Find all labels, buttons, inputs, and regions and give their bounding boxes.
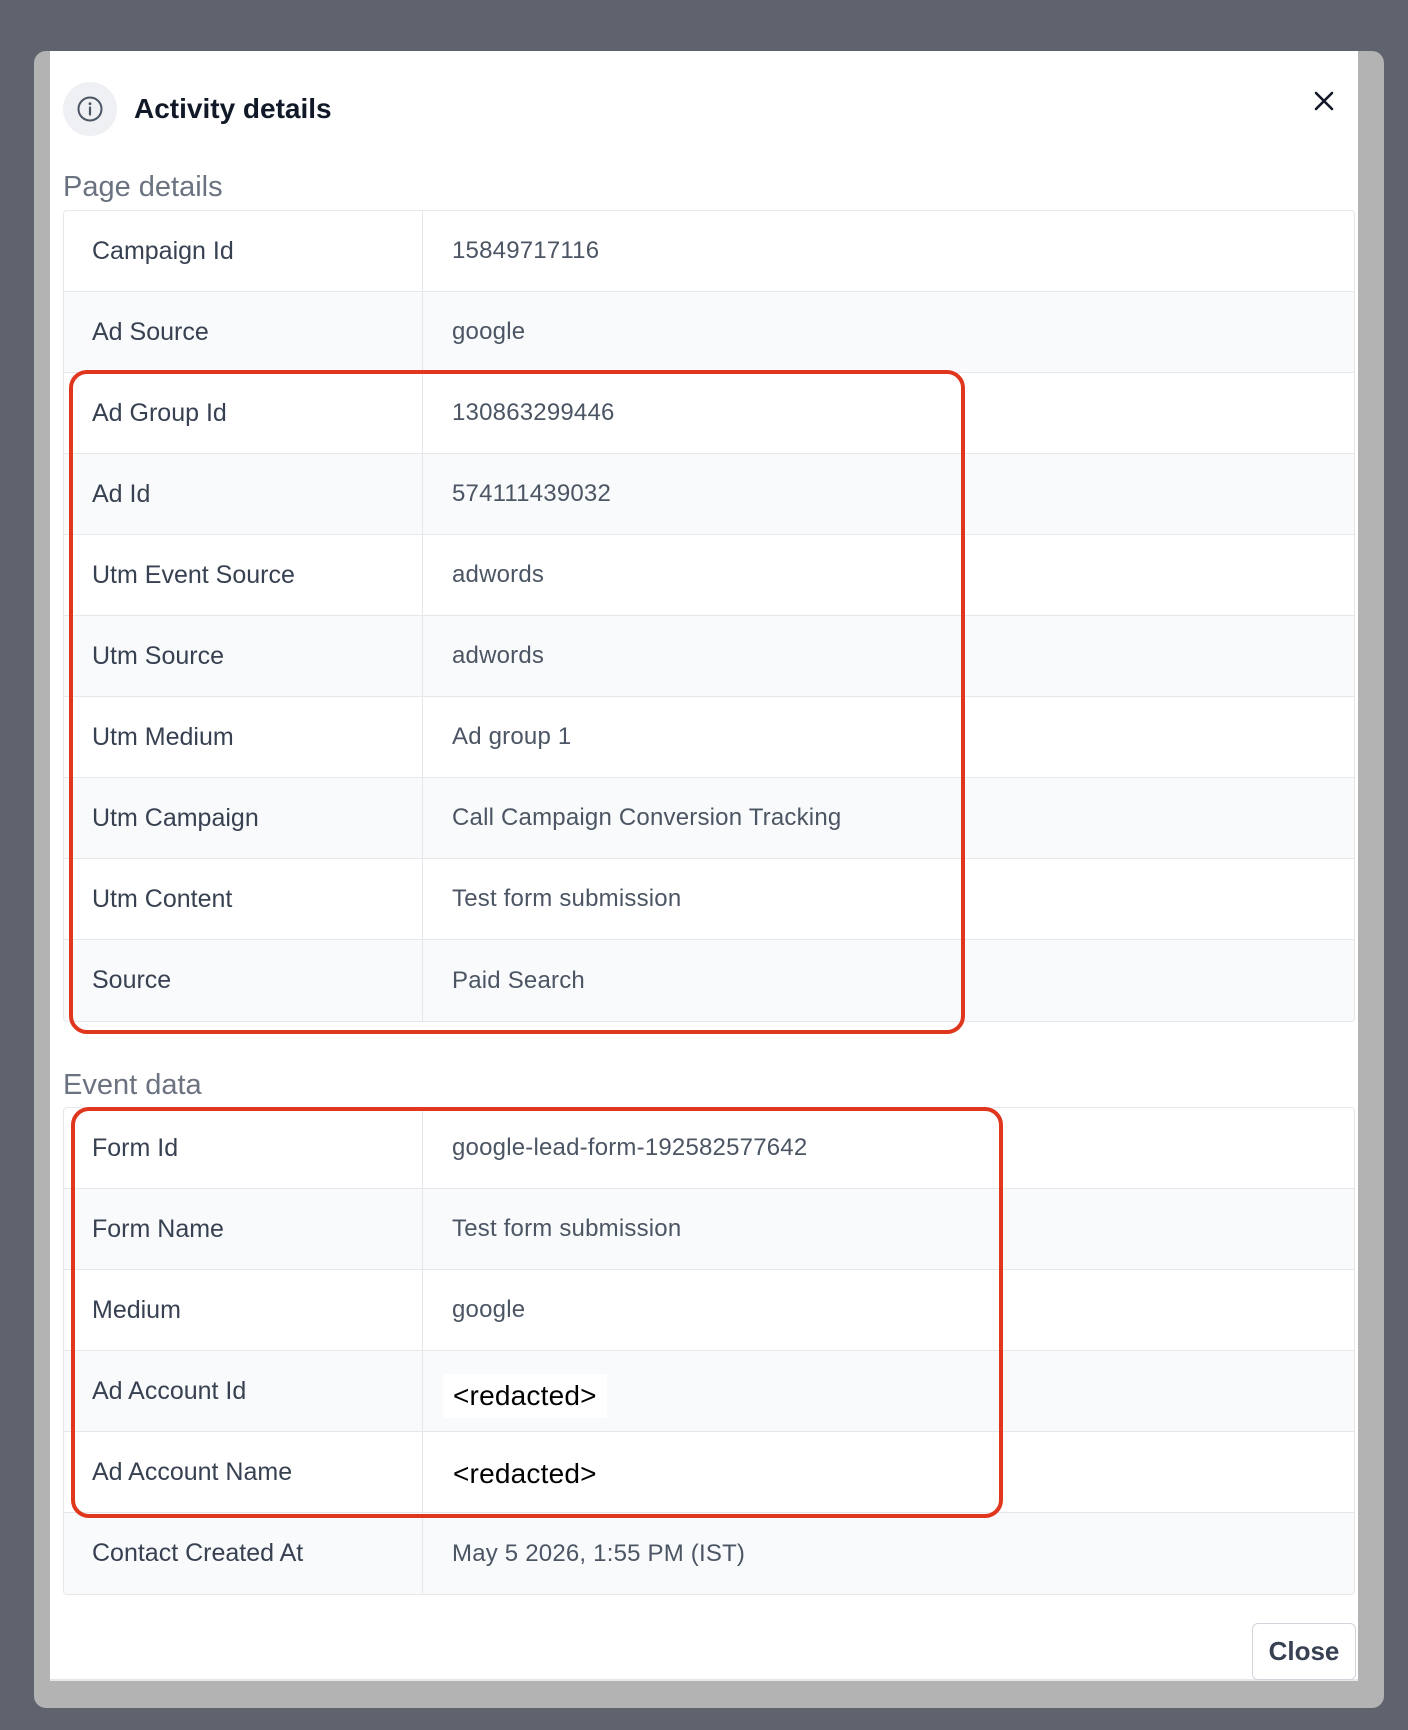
row-value: Test form submission xyxy=(452,885,682,912)
table-row: Utm Medium Ad group 1 xyxy=(64,697,1354,778)
table-row: Medium google xyxy=(64,1270,1354,1351)
event-data-table: Form Id google-lead-form-192582577642 Fo… xyxy=(63,1107,1355,1595)
row-value: google xyxy=(452,318,526,345)
table-row: Ad Id 574111439032 xyxy=(64,454,1354,535)
redacted-value: <redacted> xyxy=(443,1452,607,1496)
row-value: Test form submission xyxy=(452,1215,682,1242)
row-label: Ad Account Id xyxy=(64,1351,423,1431)
table-row: Ad Account Name <redacted> xyxy=(64,1432,1354,1513)
table-row: Campaign Id 15849717116 xyxy=(64,211,1354,292)
row-label: Utm Medium xyxy=(64,697,423,777)
row-label: Contact Created At xyxy=(64,1513,423,1594)
close-button[interactable]: Close xyxy=(1252,1623,1356,1680)
table-row: Form Name Test form submission xyxy=(64,1189,1354,1270)
table-row: Source Paid Search xyxy=(64,940,1354,1021)
event-data-heading: Event data xyxy=(63,1069,202,1101)
row-label: Ad Account Name xyxy=(64,1432,423,1512)
table-row: Ad Group Id 130863299446 xyxy=(64,373,1354,454)
dialog-title: Activity details xyxy=(134,93,332,124)
row-value: <redacted> xyxy=(423,1351,1354,1431)
row-label: Ad Id xyxy=(64,454,423,534)
row-value: 15849717116 xyxy=(452,237,600,264)
row-value: adwords xyxy=(452,561,545,588)
row-label: Ad Group Id xyxy=(64,373,423,453)
dialog-header: Activity details xyxy=(63,81,332,137)
row-label: Campaign Id xyxy=(64,211,423,291)
row-value: <redacted> xyxy=(423,1432,1354,1512)
row-label: Source xyxy=(64,940,423,1021)
page-details-table: Campaign Id 15849717116 Ad Source google… xyxy=(63,210,1355,1022)
row-value: google xyxy=(452,1296,526,1323)
row-label: Utm Event Source xyxy=(64,535,423,615)
row-label: Utm Content xyxy=(64,859,423,939)
row-label: Form Name xyxy=(64,1189,423,1269)
row-label: Form Id xyxy=(64,1108,423,1188)
row-value: adwords xyxy=(452,642,545,669)
row-label: Medium xyxy=(64,1270,423,1350)
row-value: 130863299446 xyxy=(452,399,615,426)
table-row: Form Id google-lead-form-192582577642 xyxy=(64,1108,1354,1189)
page-details-heading: Page details xyxy=(63,171,223,203)
row-value: Call Campaign Conversion Tracking xyxy=(452,804,842,831)
table-row: Utm Source adwords xyxy=(64,616,1354,697)
close-icon[interactable] xyxy=(1304,81,1344,121)
row-value: Ad group 1 xyxy=(452,723,572,750)
row-value: google-lead-form-192582577642 xyxy=(452,1134,808,1161)
activity-details-dialog: Activity details Page details Campaign I… xyxy=(50,51,1358,1681)
redacted-value: <redacted> xyxy=(443,1374,607,1418)
row-value: Paid Search xyxy=(452,966,585,994)
table-row: Contact Created At May 5 2026, 1:55 PM (… xyxy=(64,1513,1354,1594)
table-row: Utm Event Source adwords xyxy=(64,535,1354,616)
table-row: Ad Source google xyxy=(64,292,1354,373)
row-label: Utm Source xyxy=(64,616,423,696)
table-row: Utm Campaign Call Campaign Conversion Tr… xyxy=(64,778,1354,859)
info-icon xyxy=(63,82,117,136)
table-row: Ad Account Id <redacted> xyxy=(64,1351,1354,1432)
row-value: May 5 2026, 1:55 PM (IST) xyxy=(452,1539,746,1567)
row-label: Ad Source xyxy=(64,292,423,372)
row-label: Utm Campaign xyxy=(64,778,423,858)
table-row: Utm Content Test form submission xyxy=(64,859,1354,940)
row-value: 574111439032 xyxy=(452,480,612,507)
